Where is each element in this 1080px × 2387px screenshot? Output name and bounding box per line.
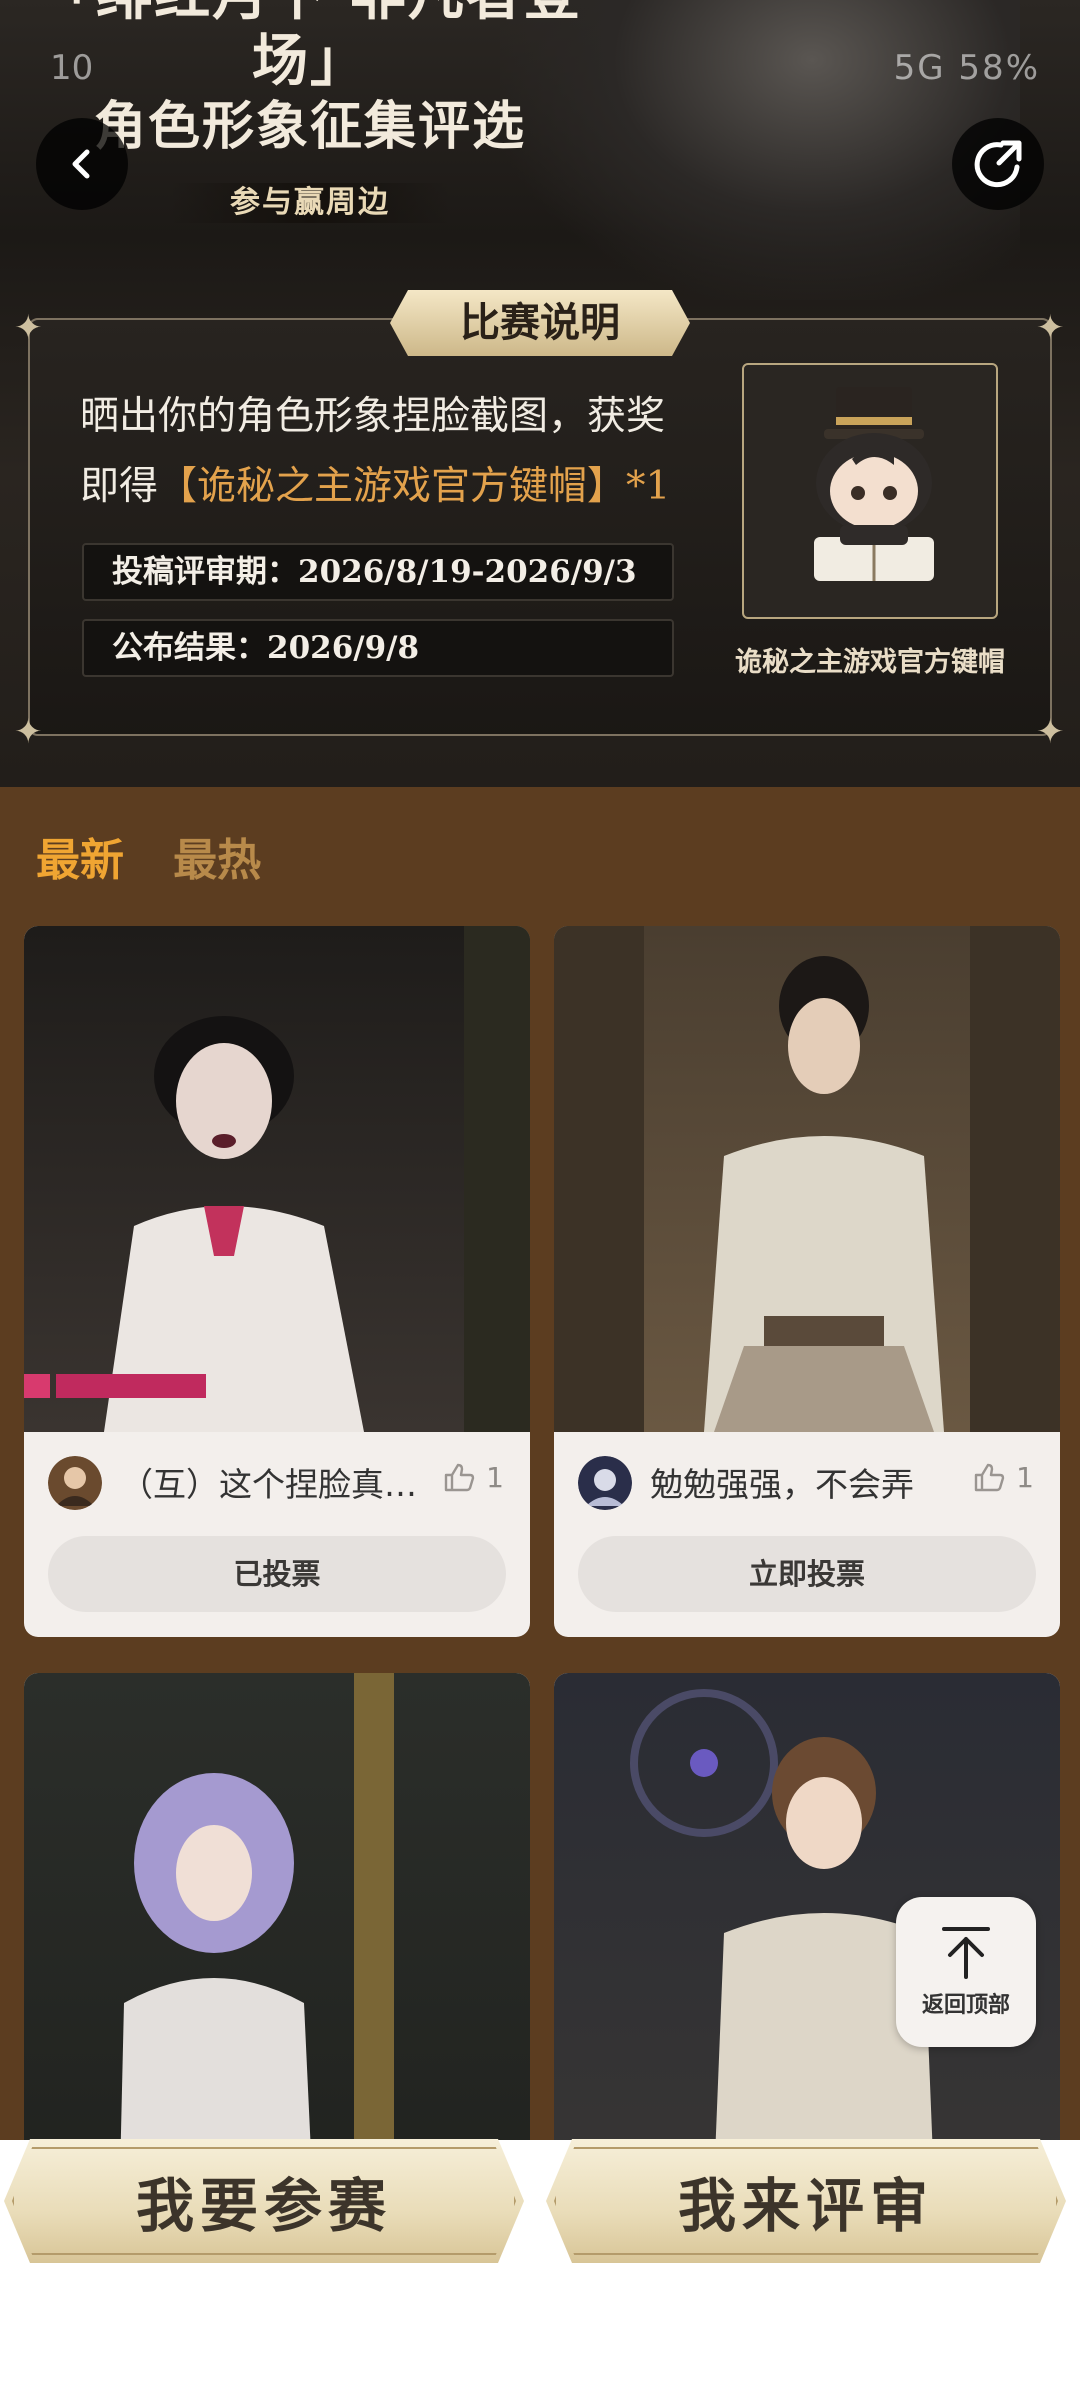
- avatar[interactable]: [48, 1456, 102, 1510]
- submission-period: 投稿评审期：2026/8/19-2026/9/3: [82, 543, 674, 601]
- arrow-up-icon: [942, 1927, 990, 1979]
- banner-subtitle: 参与赢周边: [170, 183, 450, 223]
- back-to-top-label: 返回顶部: [921, 1993, 1010, 2018]
- status-indicators: 5G 58%: [893, 48, 1040, 88]
- like-button[interactable]: 1: [972, 1460, 1034, 1494]
- entry-image-art: [24, 926, 530, 1432]
- button-frame: [12, 2147, 516, 2255]
- rules-description: 晒出你的角色形象捏脸截图，获奖即得【诡秘之主游戏官方键帽】*1: [80, 382, 700, 522]
- chevron-left-icon: [72, 149, 90, 179]
- entry-meta: 勉勉强强，不会弄 1 立即投票: [554, 1432, 1060, 1612]
- star-ornament-icon: ✦: [14, 712, 43, 752]
- entry-image[interactable]: [554, 926, 1060, 1432]
- back-to-top-button[interactable]: 返回顶部: [896, 1897, 1036, 2047]
- tab-latest[interactable]: 最新: [36, 824, 124, 888]
- join-contest-button[interactable]: 我要参赛: [4, 2139, 524, 2263]
- entry-title[interactable]: （互）这个捏脸真…: [120, 1458, 420, 1506]
- entry-card[interactable]: （互）这个捏脸真… 1 已投票: [24, 926, 530, 1637]
- rules-title: 比赛说明: [390, 290, 690, 356]
- status-time: 10: [50, 48, 94, 88]
- entry-meta: （互）这个捏脸真… 1 已投票: [24, 1432, 530, 1612]
- vote-button[interactable]: 已投票: [48, 1536, 506, 1612]
- like-count: 1: [486, 1460, 504, 1494]
- entry-title[interactable]: 勉勉强强，不会弄: [650, 1458, 950, 1506]
- avatar[interactable]: [578, 1456, 632, 1510]
- entry-image[interactable]: [24, 926, 530, 1432]
- button-frame: [554, 2147, 1058, 2255]
- status-bar: 10 5G 58%: [0, 40, 1080, 100]
- vote-button[interactable]: 立即投票: [578, 1536, 1036, 1612]
- sort-tabs: 最新 最热: [36, 824, 305, 886]
- back-button[interactable]: [36, 118, 128, 210]
- share-button[interactable]: [952, 118, 1044, 210]
- result-date: 公布结果：2026/9/8: [82, 619, 674, 677]
- prize-label: 诡秘之主游戏官方键帽: [735, 647, 1005, 678]
- prize-image: [742, 363, 998, 619]
- thumbs-up-icon: [444, 1463, 475, 1492]
- tab-hottest[interactable]: 最热: [173, 824, 261, 888]
- chibi-character-icon: [814, 387, 934, 581]
- star-ornament-icon: ✦: [14, 308, 43, 348]
- like-button[interactable]: 1: [442, 1460, 504, 1494]
- rules-desc-highlight: 【诡秘之主游戏官方键帽】*1: [158, 464, 671, 509]
- entry-card[interactable]: 勉勉强强，不会弄 1 立即投票: [554, 926, 1060, 1637]
- like-count: 1: [1016, 1460, 1034, 1494]
- judge-button[interactable]: 我来评审: [546, 2139, 1066, 2263]
- thumbs-up-icon: [974, 1463, 1005, 1492]
- star-ornament-icon: ✦: [1036, 712, 1065, 752]
- share-icon: [974, 140, 1022, 188]
- star-ornament-icon: ✦: [1036, 308, 1065, 348]
- entry-image-art: [554, 926, 1060, 1432]
